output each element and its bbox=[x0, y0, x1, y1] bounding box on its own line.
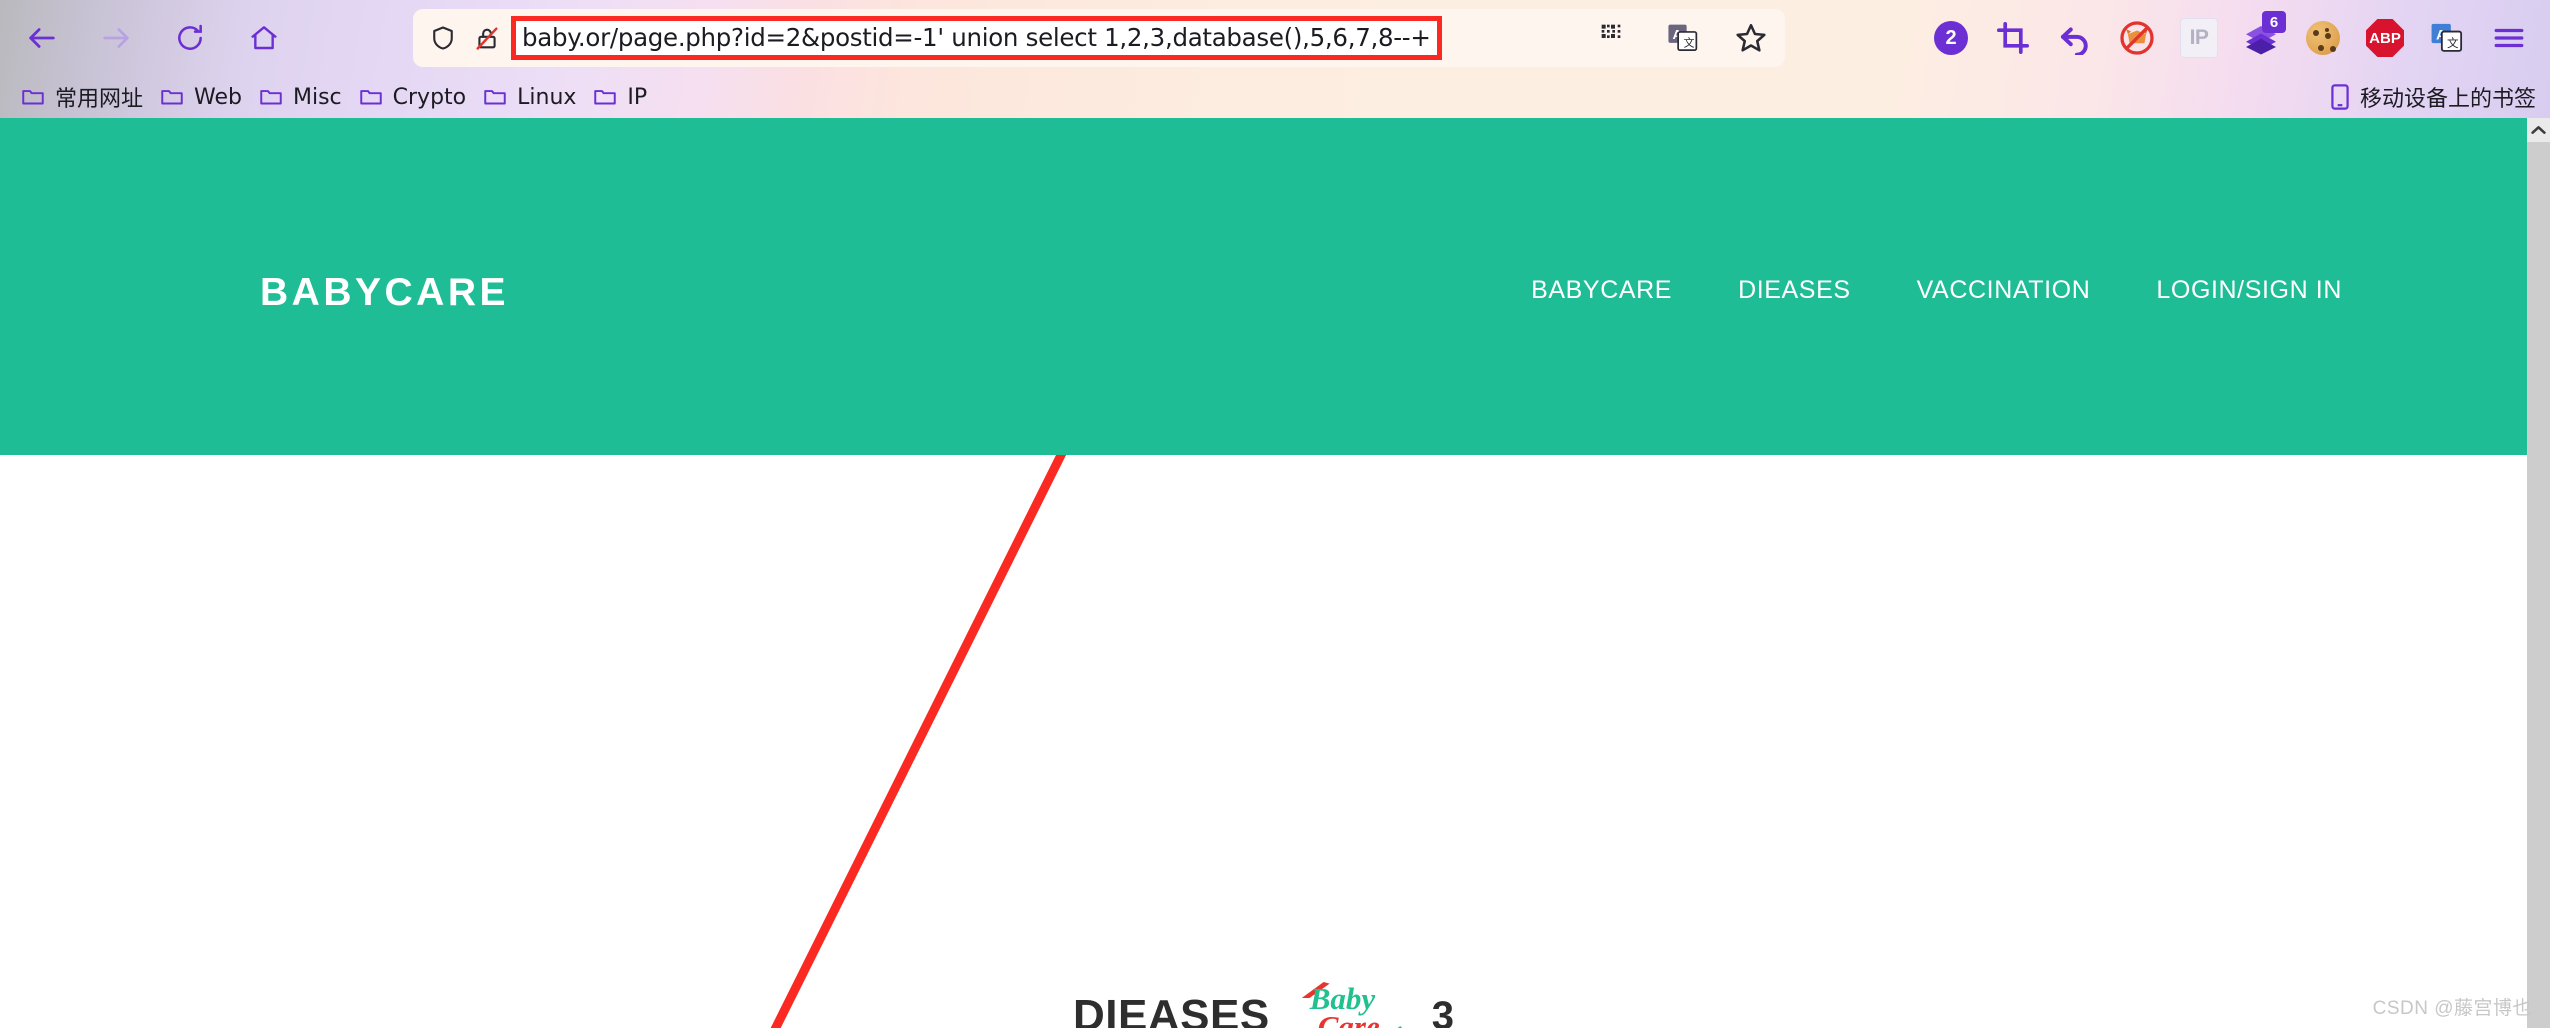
nav-link-login-signin[interactable]: LOGIN/SIGN IN bbox=[2156, 276, 2342, 305]
reload-button[interactable] bbox=[162, 10, 218, 66]
dieases-heading: DIEASES Baby Care 3 bbox=[0, 980, 2527, 1028]
app-menu-icon[interactable] bbox=[2478, 9, 2540, 67]
browser-chrome: baby.or/page.php?id=2&postid=-1' union s… bbox=[0, 0, 2550, 118]
translate-page-icon[interactable]: A 文 bbox=[1663, 18, 1703, 58]
page-scrollbar[interactable] bbox=[2527, 118, 2550, 1028]
bookmark-folder-5[interactable]: IP bbox=[588, 79, 659, 115]
folder-icon bbox=[22, 90, 44, 105]
tab-count-badge[interactable]: 2 bbox=[1920, 9, 1982, 67]
bookmark-folder-1[interactable]: Web bbox=[155, 79, 254, 115]
browser-toolbar: baby.or/page.php?id=2&postid=-1' union s… bbox=[0, 0, 2550, 76]
bookmark-label: IP bbox=[627, 84, 648, 110]
watermark: CSDN @藤宫博也 bbox=[2372, 998, 2532, 1019]
bookmark-star-icon[interactable] bbox=[1731, 18, 1771, 58]
mobile-bookmarks-item[interactable]: 移动设备上的书签 bbox=[2328, 76, 2536, 118]
shield-icon[interactable] bbox=[421, 16, 465, 60]
tab-count-label: 2 bbox=[1934, 21, 1968, 55]
mobile-device-icon bbox=[2331, 84, 2349, 110]
layers-extension-icon[interactable]: 6 bbox=[2230, 9, 2292, 67]
bookmark-folder-4[interactable]: Linux bbox=[478, 79, 588, 115]
logo-care-text: Care bbox=[1317, 1009, 1380, 1028]
back-button[interactable] bbox=[14, 10, 70, 66]
cookie-manager-icon[interactable] bbox=[2292, 9, 2354, 67]
bookmark-label: Linux bbox=[517, 84, 577, 110]
ip-tool-icon[interactable]: IP bbox=[2168, 9, 2230, 67]
folder-icon bbox=[161, 90, 183, 105]
translate-extension-icon[interactable]: A 文 bbox=[2416, 9, 2478, 67]
site-logo[interactable]: BABYCARE bbox=[260, 271, 509, 315]
bookmarks-bar: 常用网址 Web Misc Crypto Linux IP 移动设备上的书签 bbox=[0, 76, 2550, 118]
nav-link-babycare[interactable]: BABYCARE bbox=[1531, 276, 1672, 305]
nav-link-dieases[interactable]: DIEASES bbox=[1738, 276, 1851, 305]
adblock-plus-icon[interactable]: ABP bbox=[2354, 9, 2416, 67]
block-fox-icon[interactable] bbox=[2106, 9, 2168, 67]
lock-crossed-icon[interactable] bbox=[465, 16, 509, 60]
bookmark-label: Misc bbox=[292, 84, 342, 110]
bookmark-folder-3[interactable]: Crypto bbox=[354, 79, 478, 115]
undo-close-tab-icon[interactable] bbox=[2044, 9, 2106, 67]
site-nav: BABYCARE DIEASES VACCINATION LOGIN/SIGN … bbox=[1531, 276, 2342, 305]
address-bar[interactable]: baby.or/page.php?id=2&postid=-1' union s… bbox=[413, 9, 1785, 67]
forward-button[interactable] bbox=[88, 10, 144, 66]
qr-code-icon[interactable] bbox=[1595, 18, 1635, 58]
bookmark-folder-2[interactable]: Misc bbox=[254, 79, 354, 115]
layers-count-label: 6 bbox=[2262, 11, 2286, 33]
url-text-highlight-box[interactable]: baby.or/page.php?id=2&postid=-1' union s… bbox=[511, 16, 1442, 60]
svg-text:文: 文 bbox=[2447, 36, 2459, 50]
folder-icon bbox=[359, 90, 382, 105]
bookmark-label: Web bbox=[194, 84, 242, 110]
bookmark-folder-0[interactable]: 常用网址 bbox=[16, 79, 155, 115]
folder-icon bbox=[594, 90, 617, 105]
ip-tool-label: IP bbox=[2180, 18, 2218, 58]
folder-icon bbox=[260, 90, 282, 105]
scroll-up-button[interactable] bbox=[2527, 118, 2550, 142]
home-button[interactable] bbox=[236, 10, 292, 66]
page-content: DIEASES Baby Care 3 Diseas 1 Diseas 2 Di… bbox=[0, 455, 2527, 1028]
babycare-logo: Baby Care bbox=[1296, 980, 1406, 1028]
folder-icon bbox=[484, 90, 506, 105]
page-title: DIEASES bbox=[1073, 991, 1270, 1028]
chevron-up-icon bbox=[2531, 126, 2546, 134]
site-header: BABYCARE BABYCARE DIEASES VACCINATION LO… bbox=[0, 118, 2527, 455]
svg-text:文: 文 bbox=[1684, 36, 1695, 50]
annotation-arrow bbox=[770, 455, 1067, 1028]
screenshot-crop-icon[interactable] bbox=[1982, 9, 2044, 67]
bookmark-label: Crypto bbox=[392, 84, 467, 110]
url-text: baby.or/page.php?id=2&postid=-1' union s… bbox=[522, 22, 1431, 52]
mobile-bookmarks-label: 移动设备上的书签 bbox=[2359, 87, 2536, 112]
extension-toolbar: 2 IP 6 ABP 文 bbox=[1920, 9, 2540, 67]
dieases-count: 3 bbox=[1431, 993, 1454, 1028]
address-bar-actions: A 文 bbox=[1595, 9, 1771, 67]
abp-label: ABP bbox=[2366, 19, 2404, 57]
cookie-glyph bbox=[2306, 21, 2340, 55]
page-viewport: BABYCARE BABYCARE DIEASES VACCINATION LO… bbox=[0, 118, 2527, 1028]
nav-link-vaccination[interactable]: VACCINATION bbox=[1917, 276, 2091, 305]
bookmark-label: 常用网址 bbox=[55, 87, 144, 112]
